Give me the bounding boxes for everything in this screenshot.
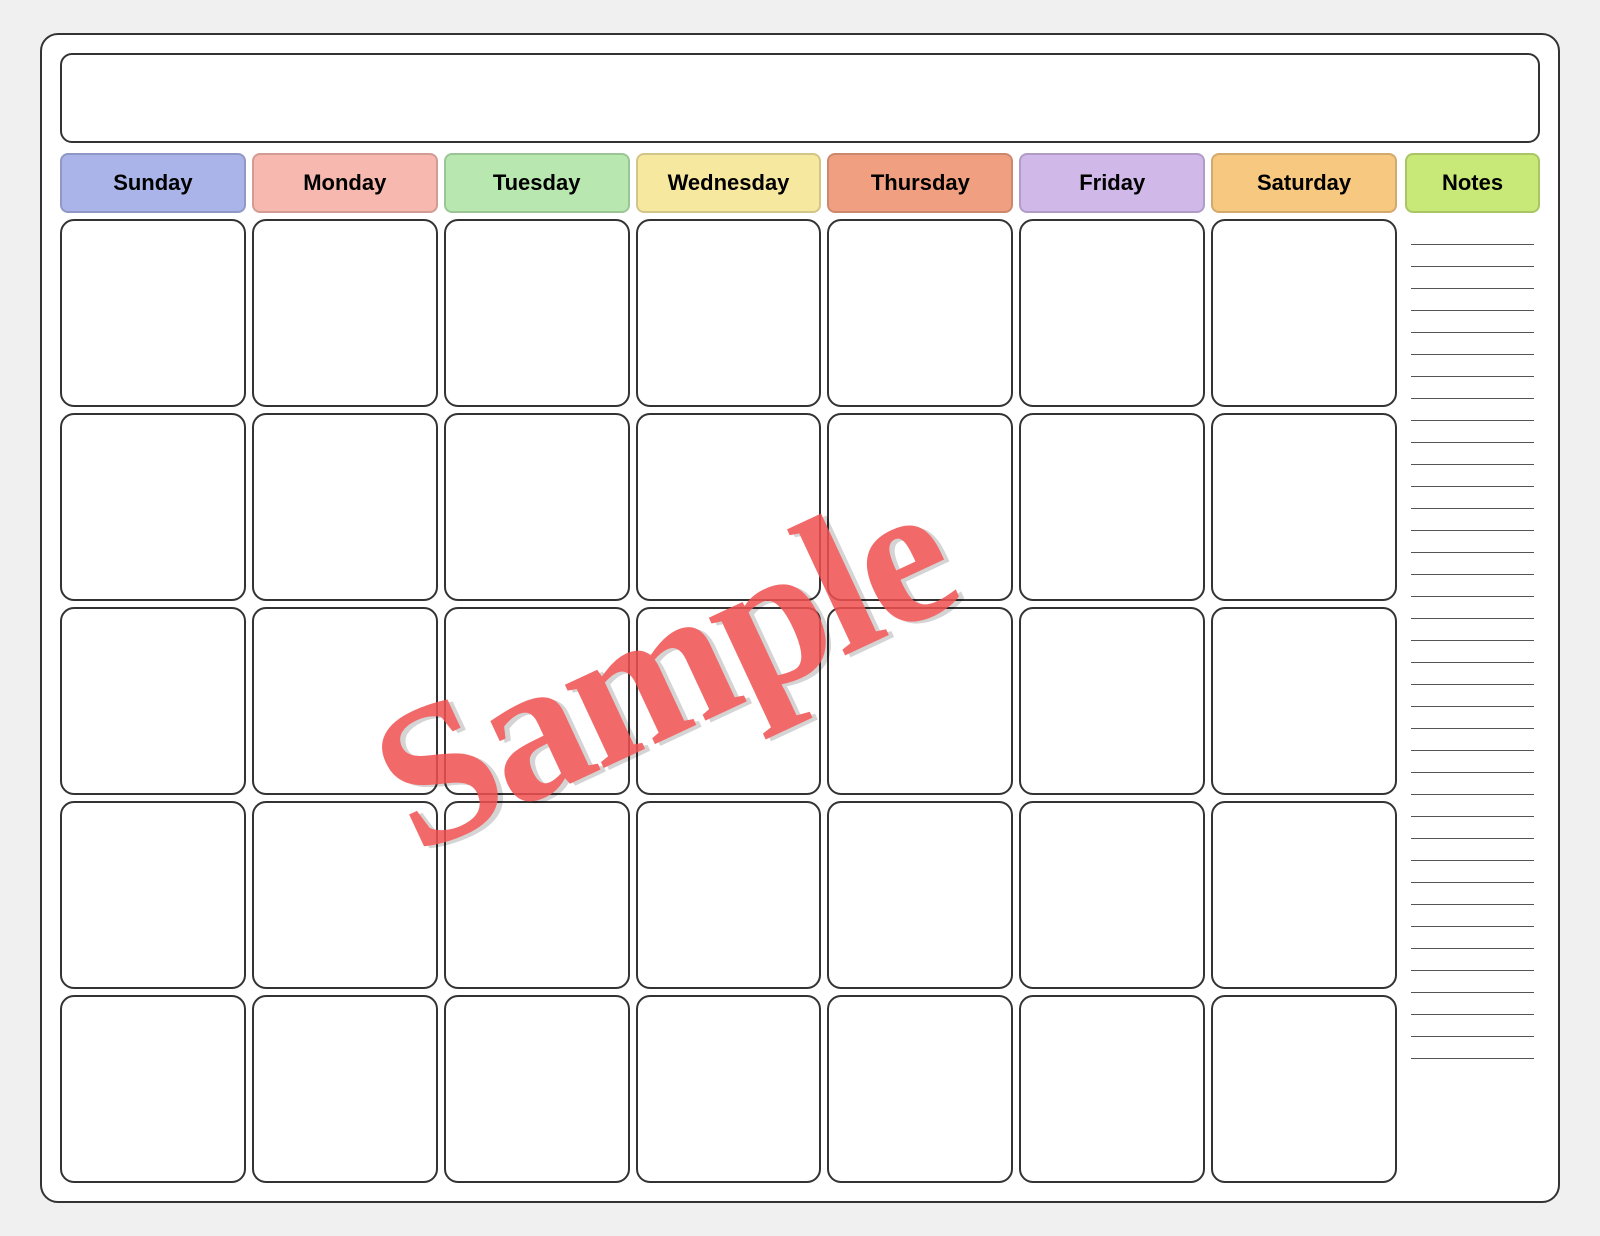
notes-line bbox=[1411, 223, 1534, 245]
notes-line bbox=[1411, 971, 1534, 993]
day-cell[interactable] bbox=[60, 413, 246, 601]
notes-line bbox=[1411, 575, 1534, 597]
notes-line bbox=[1411, 509, 1534, 531]
calendar-wrapper: SundayMondayTuesdayWednesdayThursdayFrid… bbox=[40, 33, 1560, 1203]
notes-line bbox=[1411, 839, 1534, 861]
day-cell[interactable] bbox=[827, 995, 1013, 1183]
day-cell[interactable] bbox=[1211, 219, 1397, 407]
notes-line bbox=[1411, 685, 1534, 707]
day-cell[interactable] bbox=[252, 995, 438, 1183]
day-cell[interactable] bbox=[636, 219, 822, 407]
day-cell[interactable] bbox=[252, 413, 438, 601]
day-cell[interactable] bbox=[1019, 995, 1205, 1183]
notes-line bbox=[1411, 553, 1534, 575]
title-bar bbox=[60, 53, 1540, 143]
day-cell[interactable] bbox=[636, 413, 822, 601]
notes-line bbox=[1411, 311, 1534, 333]
day-header-saturday: Saturday bbox=[1211, 153, 1397, 213]
notes-line bbox=[1411, 487, 1534, 509]
calendar-main: SundayMondayTuesdayWednesdayThursdayFrid… bbox=[60, 153, 1540, 1183]
day-cell[interactable] bbox=[1211, 413, 1397, 601]
day-cell[interactable] bbox=[444, 995, 630, 1183]
header-row: SundayMondayTuesdayWednesdayThursdayFrid… bbox=[60, 153, 1397, 213]
day-cell[interactable] bbox=[252, 219, 438, 407]
day-header-thursday: Thursday bbox=[827, 153, 1013, 213]
notes-line bbox=[1411, 905, 1534, 927]
notes-line bbox=[1411, 1015, 1534, 1037]
day-cell[interactable] bbox=[1019, 413, 1205, 601]
notes-line bbox=[1411, 993, 1534, 1015]
day-header-friday: Friday bbox=[1019, 153, 1205, 213]
notes-line bbox=[1411, 355, 1534, 377]
week-row-3 bbox=[60, 607, 1397, 795]
notes-line bbox=[1411, 333, 1534, 355]
day-cell[interactable] bbox=[444, 413, 630, 601]
day-cell[interactable] bbox=[444, 801, 630, 989]
notes-line bbox=[1411, 663, 1534, 685]
notes-line bbox=[1411, 267, 1534, 289]
day-cell[interactable] bbox=[636, 995, 822, 1183]
week-row-2 bbox=[60, 413, 1397, 601]
notes-lines-area bbox=[1405, 219, 1540, 1183]
day-cell[interactable] bbox=[60, 607, 246, 795]
notes-line bbox=[1411, 465, 1534, 487]
day-cell[interactable] bbox=[827, 607, 1013, 795]
day-cell[interactable] bbox=[1019, 801, 1205, 989]
day-header-wednesday: Wednesday bbox=[636, 153, 822, 213]
day-cell[interactable] bbox=[827, 801, 1013, 989]
notes-line bbox=[1411, 641, 1534, 663]
notes-line bbox=[1411, 707, 1534, 729]
notes-line bbox=[1411, 399, 1534, 421]
day-cell[interactable] bbox=[60, 219, 246, 407]
day-cell[interactable] bbox=[636, 607, 822, 795]
notes-line bbox=[1411, 443, 1534, 465]
notes-line bbox=[1411, 619, 1534, 641]
week-row-4 bbox=[60, 801, 1397, 989]
day-cell[interactable] bbox=[1211, 607, 1397, 795]
notes-line bbox=[1411, 883, 1534, 905]
day-header-sunday: Sunday bbox=[60, 153, 246, 213]
week-row-1 bbox=[60, 219, 1397, 407]
notes-line bbox=[1411, 245, 1534, 267]
week-row-5 bbox=[60, 995, 1397, 1183]
weeks-area bbox=[60, 219, 1397, 1183]
notes-line bbox=[1411, 817, 1534, 839]
day-cell[interactable] bbox=[60, 995, 246, 1183]
day-cell[interactable] bbox=[252, 607, 438, 795]
day-cell[interactable] bbox=[827, 219, 1013, 407]
notes-column: Notes bbox=[1405, 153, 1540, 1183]
day-cell[interactable] bbox=[60, 801, 246, 989]
notes-line bbox=[1411, 531, 1534, 553]
notes-line bbox=[1411, 729, 1534, 751]
day-cell[interactable] bbox=[1019, 607, 1205, 795]
day-cell[interactable] bbox=[444, 219, 630, 407]
day-cell[interactable] bbox=[636, 801, 822, 989]
day-cell[interactable] bbox=[1211, 801, 1397, 989]
day-cell[interactable] bbox=[1019, 219, 1205, 407]
notes-line bbox=[1411, 1037, 1534, 1059]
notes-line bbox=[1411, 377, 1534, 399]
notes-line bbox=[1411, 597, 1534, 619]
notes-header: Notes bbox=[1405, 153, 1540, 213]
notes-line bbox=[1411, 927, 1534, 949]
notes-line bbox=[1411, 421, 1534, 443]
day-header-tuesday: Tuesday bbox=[444, 153, 630, 213]
day-cell[interactable] bbox=[827, 413, 1013, 601]
notes-line bbox=[1411, 861, 1534, 883]
notes-line bbox=[1411, 773, 1534, 795]
day-cell[interactable] bbox=[1211, 995, 1397, 1183]
day-cell[interactable] bbox=[252, 801, 438, 989]
notes-line bbox=[1411, 751, 1534, 773]
notes-line bbox=[1411, 795, 1534, 817]
notes-line bbox=[1411, 949, 1534, 971]
day-header-monday: Monday bbox=[252, 153, 438, 213]
notes-line bbox=[1411, 289, 1534, 311]
calendar-grid: SundayMondayTuesdayWednesdayThursdayFrid… bbox=[60, 153, 1397, 1183]
day-cell[interactable] bbox=[444, 607, 630, 795]
